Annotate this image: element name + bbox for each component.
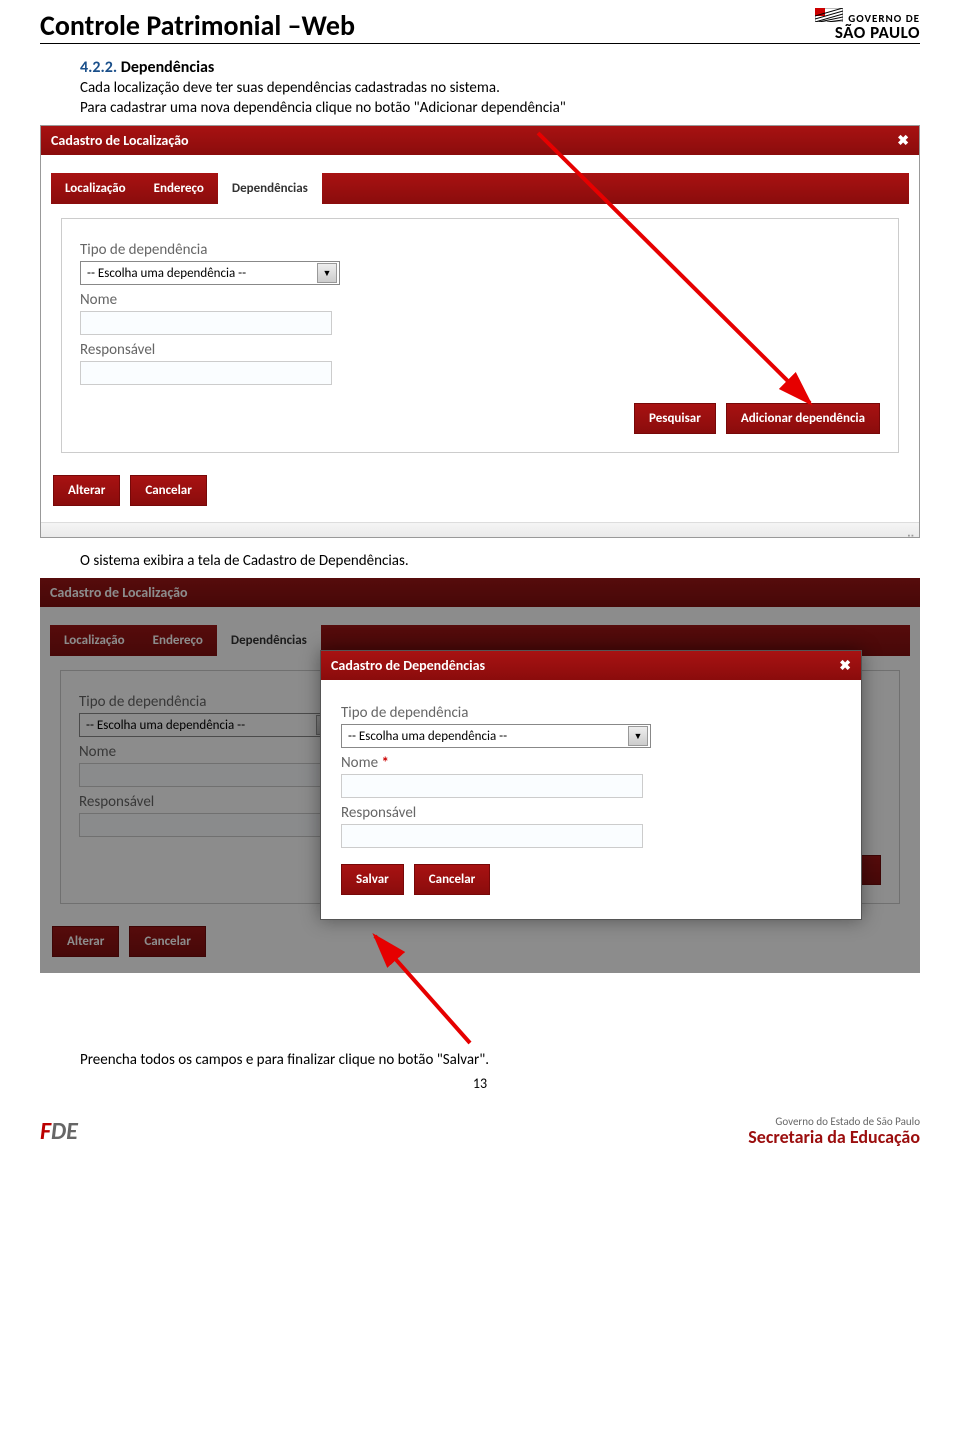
document-footer: FDE Governo do Estado de São Paulo Secre… xyxy=(0,1112,960,1152)
chevron-down-icon: ▼ xyxy=(317,263,337,283)
label-tipo: Tipo de dependência xyxy=(341,704,841,722)
input-responsavel[interactable] xyxy=(80,361,332,385)
close-icon[interactable]: ✖ xyxy=(839,657,851,674)
paragraph: Para cadastrar uma nova dependência cliq… xyxy=(80,99,920,117)
alter-button[interactable]: Alterar xyxy=(53,475,120,506)
input-nome[interactable] xyxy=(80,311,332,335)
label-tipo: Tipo de dependência xyxy=(80,241,880,259)
fde-logo: FDE xyxy=(40,1117,78,1146)
select-tipo[interactable]: -- Escolha uma dependência -- ▼ xyxy=(341,724,651,748)
tab-localizacao[interactable]: Localização xyxy=(51,173,140,204)
search-button[interactable]: Pesquisar xyxy=(634,403,716,434)
paragraph: O sistema exibira a tela de Cadastro de … xyxy=(80,552,920,570)
popup-title: Cadastro de Dependências xyxy=(331,657,485,674)
chevron-down-icon: ▼ xyxy=(628,726,648,746)
label-responsavel: Responsável xyxy=(80,341,880,359)
modal-header-dim: Cadastro de Localização xyxy=(40,578,920,607)
document-header: Controle Patrimonial –Web GOVERNO DE SÃO… xyxy=(40,0,920,44)
modal-title: Cadastro de Localização xyxy=(51,132,189,149)
popup-header: Cadastro de Dependências ✖ xyxy=(321,651,861,680)
cancel-button[interactable]: Cancelar xyxy=(414,864,491,895)
section-number: 4.2.2. xyxy=(80,58,117,77)
document-title: Controle Patrimonial –Web xyxy=(40,8,355,43)
modal-header: Cadastro de Localização ✖ xyxy=(41,126,919,155)
cancel-button[interactable]: Cancelar xyxy=(130,475,207,506)
tab-endereco[interactable]: Endereço xyxy=(140,173,218,204)
save-button[interactable]: Salvar xyxy=(341,864,404,895)
popup-form: Tipo de dependência -- Escolha uma depen… xyxy=(331,690,851,909)
tab-dependencias[interactable]: Dependências xyxy=(218,173,322,204)
form-area: Tipo de dependência -- Escolha uma depen… xyxy=(61,218,899,453)
close-icon[interactable]: ✖ xyxy=(897,132,909,149)
paragraph: Preencha todos os campos e para finaliza… xyxy=(80,1051,920,1069)
tab-bar: Localização Endereço Dependências xyxy=(51,173,909,204)
popup-dependencias: Cadastro de Dependências ✖ Tipo de depen… xyxy=(320,650,862,920)
resize-grip-icon[interactable]: ⣀ xyxy=(41,522,919,537)
screenshot-2: Cadastro de Localização Localização Ende… xyxy=(40,578,920,1043)
paragraph: Cada localização deve ter suas dependênc… xyxy=(80,79,920,97)
label-nome: Nome xyxy=(80,291,880,309)
input-nome[interactable] xyxy=(341,774,643,798)
secretaria-logo: Governo do Estado de São Paulo Secretari… xyxy=(748,1116,920,1148)
label-nome: Nome * xyxy=(341,754,841,772)
input-responsavel[interactable] xyxy=(341,824,643,848)
section-title: Dependências xyxy=(121,58,215,77)
gov-logo: GOVERNO DE SÃO PAULO xyxy=(815,8,920,41)
page-number: 13 xyxy=(40,1075,920,1092)
label-responsavel: Responsável xyxy=(341,804,841,822)
select-tipo[interactable]: -- Escolha uma dependência -- ▼ xyxy=(80,261,340,285)
screenshot-1: Cadastro de Localização ✖ Localização En… xyxy=(40,125,920,538)
add-dependency-button[interactable]: Adicionar dependência xyxy=(726,403,880,434)
